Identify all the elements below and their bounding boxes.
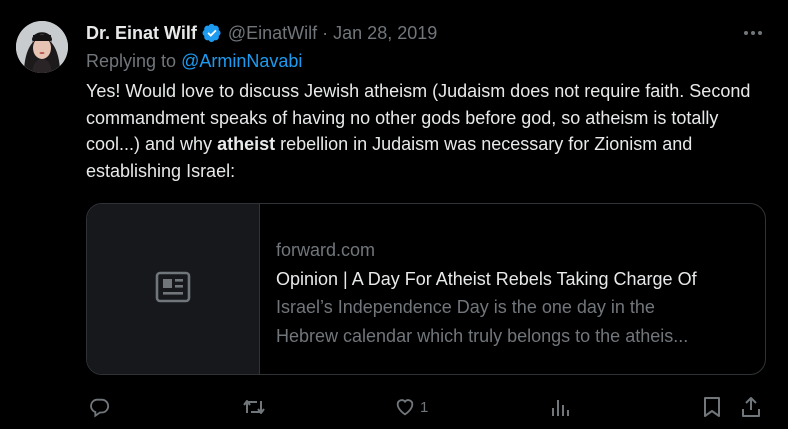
bookmark-icon: [702, 396, 722, 418]
action-bar: 1: [0, 393, 788, 421]
display-name[interactable]: Dr. Einat Wilf: [86, 23, 197, 44]
share-icon: [740, 396, 762, 418]
avatar-image: [16, 21, 68, 73]
views-button[interactable]: [550, 393, 572, 421]
retweet-icon: [242, 396, 266, 418]
verified-badge-icon[interactable]: [202, 23, 222, 43]
article-icon: [155, 271, 191, 308]
link-card[interactable]: forward.com Opinion | A Day For Atheist …: [86, 203, 766, 375]
replying-prefix: Replying to: [86, 51, 182, 71]
share-button[interactable]: [740, 393, 762, 421]
heart-icon: [394, 396, 416, 418]
card-description-line1: Israel’s Independence Day is the one day…: [276, 297, 655, 317]
avatar[interactable]: [16, 21, 68, 73]
replying-to: Replying to @ArminNavabi: [86, 51, 302, 72]
bookmark-button[interactable]: [702, 393, 722, 421]
handle[interactable]: @EinatWilf: [228, 23, 317, 44]
retweet-button[interactable]: [242, 393, 266, 421]
card-title: Opinion | A Day For Atheist Rebels Takin…: [276, 268, 697, 289]
timestamp[interactable]: Jan 28, 2019: [333, 23, 437, 44]
reply-button[interactable]: [88, 393, 110, 421]
tweet-text: Yes! Would love to discuss Jewish atheis…: [86, 78, 776, 184]
like-count: 1: [420, 398, 429, 416]
card-thumbnail: [87, 204, 260, 374]
separator: ·: [322, 22, 329, 43]
card-domain: forward.com: [276, 240, 376, 260]
more-dots-icon[interactable]: [740, 22, 766, 44]
tweet-text-bold: atheist: [217, 134, 276, 154]
tweet-header: Dr. Einat Wilf @EinatWilf · Jan 28, 2019: [86, 20, 437, 46]
card-body: forward.com Opinion | A Day For Atheist …: [260, 204, 765, 374]
reply-icon: [88, 396, 110, 418]
replying-to-link[interactable]: @ArminNavabi: [181, 51, 302, 71]
card-description-line2: Hebrew calendar which truly belongs to t…: [276, 325, 689, 346]
views-icon: [550, 396, 572, 418]
like-button[interactable]: 1: [394, 393, 428, 421]
